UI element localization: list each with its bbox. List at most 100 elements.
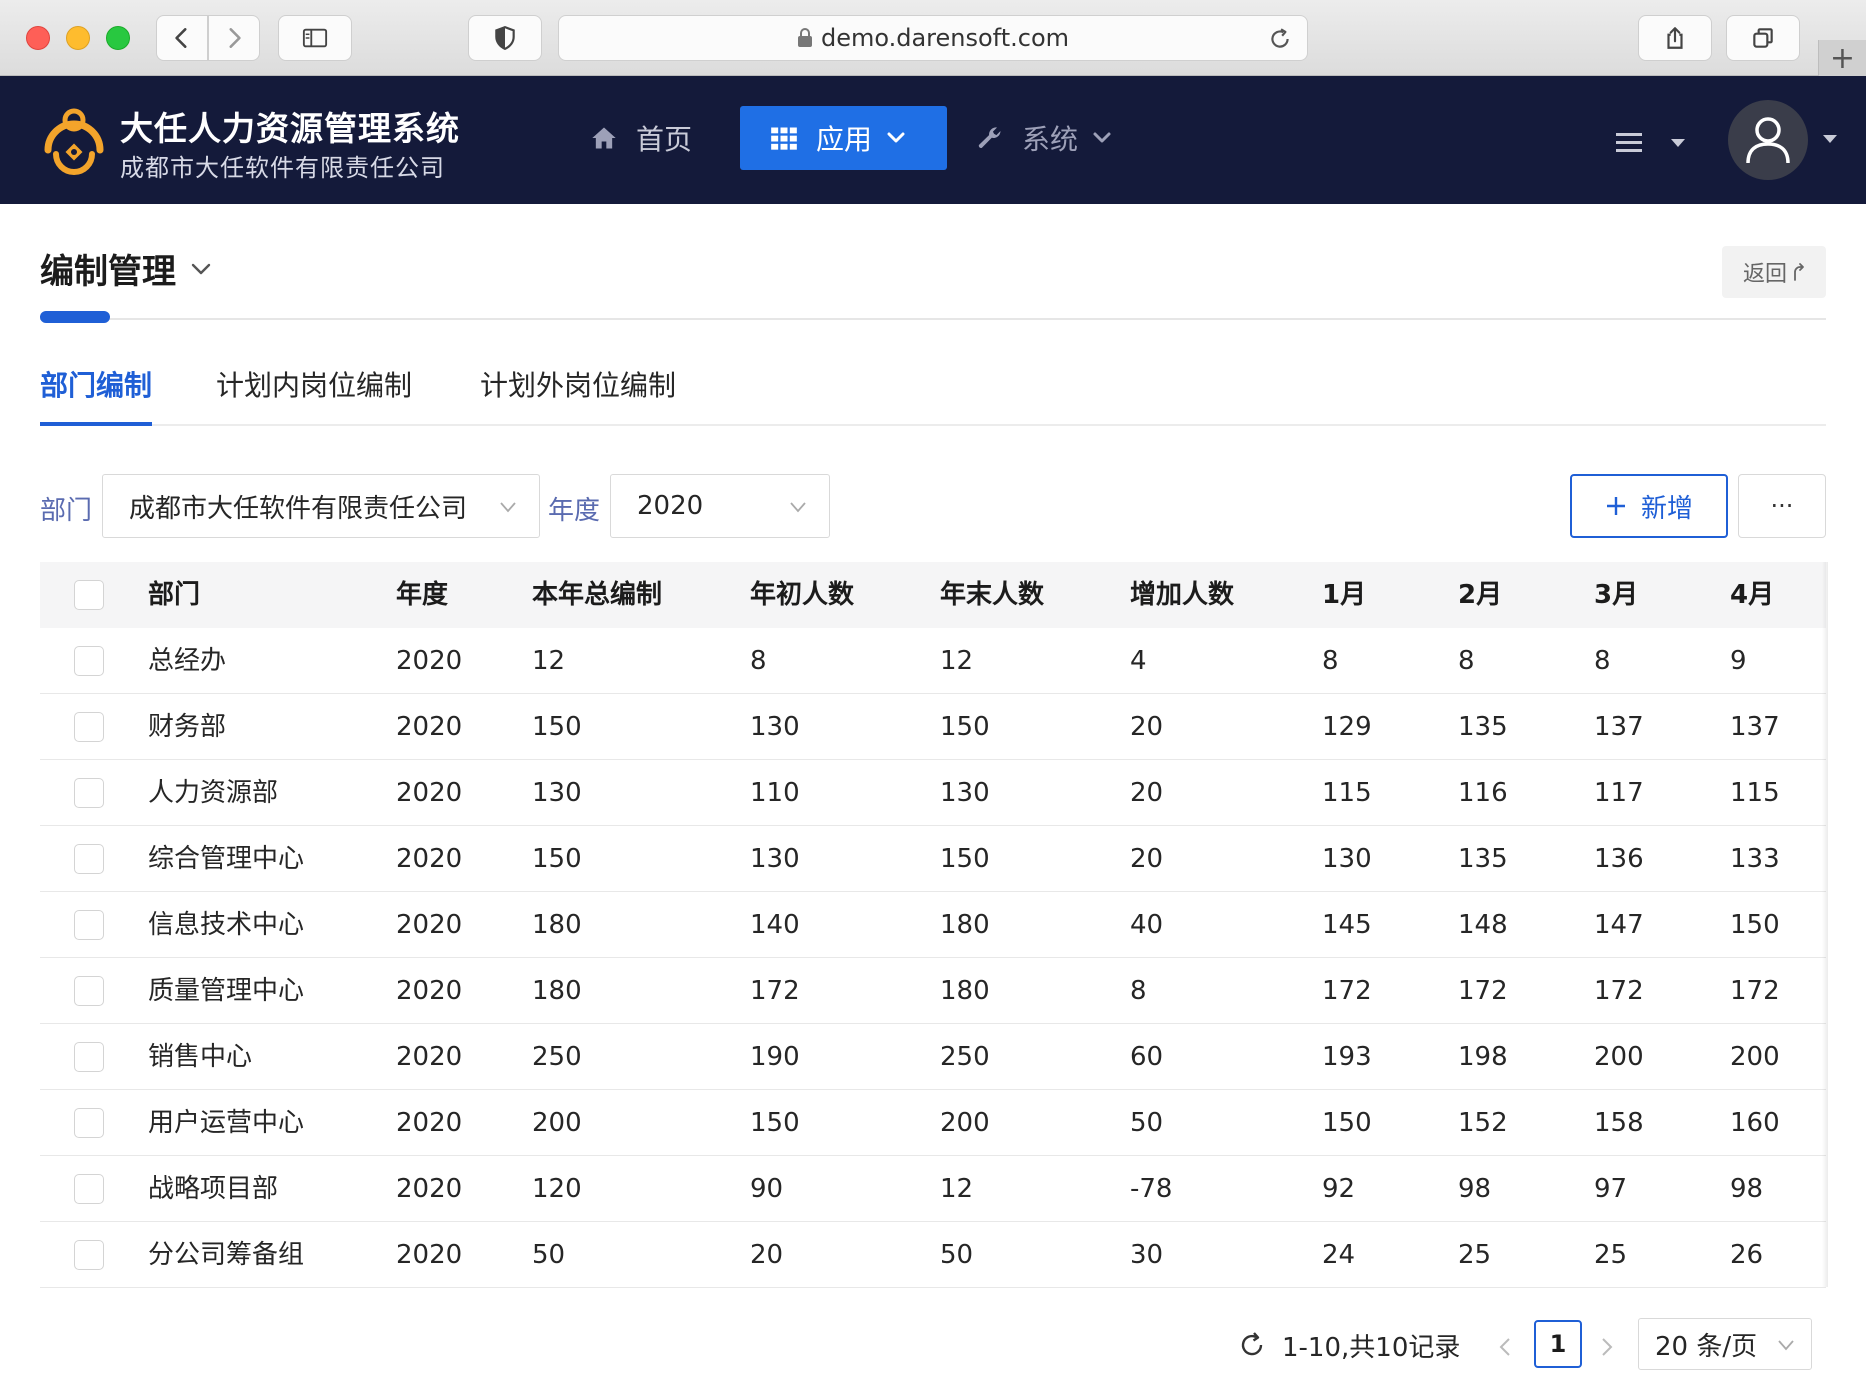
page-1-button[interactable]: 1 xyxy=(1534,1320,1582,1368)
share-button[interactable] xyxy=(1638,15,1712,61)
table-row[interactable]: 综合管理中心 2020 150 130 150 20 130 135 136 133 xyxy=(40,826,1826,892)
table-row[interactable]: 人力资源部 2020 130 110 130 20 115 116 117 115 xyxy=(40,760,1826,826)
table-row[interactable]: 财务部 2020 150 130 150 20 129 135 137 137 xyxy=(40,694,1826,760)
column-header[interactable]: 3月 xyxy=(1594,562,1638,628)
back-nav-button[interactable] xyxy=(156,15,208,61)
brand-logo-icon xyxy=(44,108,104,175)
table-cell: 130 xyxy=(750,712,800,742)
column-header[interactable]: 年度 xyxy=(396,562,448,628)
prev-page-icon[interactable] xyxy=(1498,1336,1512,1358)
column-header[interactable]: 年末人数 xyxy=(940,562,1044,628)
minimize-window-button[interactable] xyxy=(66,26,90,50)
table-cell: 战略项目部 xyxy=(148,1174,279,1204)
table-cell: 25 xyxy=(1594,1240,1628,1270)
page-size-value: 20 条/页 xyxy=(1655,1331,1758,1362)
table-cell: 130 xyxy=(1322,844,1372,874)
row-checkbox[interactable] xyxy=(74,910,104,940)
table-cell: 250 xyxy=(940,1042,990,1072)
sidebar-toggle-button[interactable] xyxy=(278,15,352,61)
sidebar-icon xyxy=(302,28,328,48)
nav-system[interactable]: 系统 xyxy=(976,106,1112,170)
row-checkbox[interactable] xyxy=(74,646,104,676)
table-row[interactable]: 用户运营中心 2020 200 150 200 50 150 152 158 160 xyxy=(40,1090,1826,1156)
close-window-button[interactable] xyxy=(26,26,50,50)
table-cell: 198 xyxy=(1458,1042,1508,1072)
row-checkbox[interactable] xyxy=(74,976,104,1006)
table-cell: 147 xyxy=(1594,910,1644,940)
table-cell: 4 xyxy=(1130,646,1147,676)
plus-icon xyxy=(1606,497,1625,515)
table-cell: 40 xyxy=(1130,910,1164,940)
nav-home[interactable]: 首页 xyxy=(590,106,692,170)
privacy-shield-button[interactable] xyxy=(468,15,542,61)
table-cell: 8 xyxy=(1130,976,1147,1006)
user-avatar[interactable] xyxy=(1728,100,1808,180)
table-row[interactable]: 战略项目部 2020 120 90 12 -78 92 98 97 98 xyxy=(40,1156,1826,1222)
next-page-icon[interactable] xyxy=(1600,1336,1614,1358)
year-select[interactable]: 2020 xyxy=(610,474,830,538)
row-checkbox[interactable] xyxy=(74,1174,104,1204)
table-cell: 250 xyxy=(532,1042,582,1072)
caret-down-icon[interactable] xyxy=(1670,138,1686,148)
new-tab-button[interactable]: + xyxy=(1818,40,1866,76)
tab-dept-staffing[interactable]: 部门编制 xyxy=(40,364,152,404)
column-header[interactable]: 2月 xyxy=(1458,562,1502,628)
table-cell: 150 xyxy=(940,844,990,874)
table-cell: 130 xyxy=(532,778,582,808)
table-cell: 180 xyxy=(532,910,582,940)
record-count: 1-10,共10记录 xyxy=(1282,1332,1461,1363)
forward-nav-button[interactable] xyxy=(208,15,260,61)
add-button-label: 新增 xyxy=(1640,493,1693,524)
table-cell: 分公司筹备组 xyxy=(148,1240,305,1270)
column-header[interactable]: 年初人数 xyxy=(750,562,854,628)
column-header[interactable]: 本年总编制 xyxy=(532,562,662,628)
reload-icon[interactable] xyxy=(1267,26,1293,52)
table-cell: 160 xyxy=(1730,1108,1780,1138)
lock-icon xyxy=(797,28,812,47)
table-row[interactable]: 总经办 2020 12 8 12 4 8 8 8 9 xyxy=(40,628,1826,694)
caret-down-icon[interactable] xyxy=(1822,134,1838,144)
table-cell: 172 xyxy=(750,976,800,1006)
refresh-icon[interactable] xyxy=(1238,1331,1266,1359)
column-header[interactable]: 增加人数 xyxy=(1130,562,1234,628)
zoom-window-button[interactable] xyxy=(106,26,130,50)
grid-icon xyxy=(771,127,797,150)
chevron-right-icon xyxy=(229,28,241,48)
tab-bar: 部门编制 计划内岗位编制 计划外岗位编制 xyxy=(40,358,1826,426)
select-all-checkbox[interactable] xyxy=(74,580,104,610)
page-size-select[interactable]: 20 条/页 xyxy=(1638,1318,1812,1370)
dept-select[interactable]: 成都市大任软件有限责任公司 xyxy=(102,474,540,538)
table-cell: 人力资源部 xyxy=(148,778,279,808)
table-cell: 150 xyxy=(1322,1108,1372,1138)
table-cell: 137 xyxy=(1730,712,1780,742)
nav-apps[interactable]: 应用 xyxy=(740,106,947,170)
address-bar[interactable]: demo.darensoft.com xyxy=(558,15,1308,61)
table-cell: 137 xyxy=(1594,712,1644,742)
row-checkbox[interactable] xyxy=(74,1042,104,1072)
table-row[interactable]: 信息技术中心 2020 180 140 180 40 145 148 147 150 xyxy=(40,892,1826,958)
table-cell: 销售中心 xyxy=(148,1042,253,1072)
row-checkbox[interactable] xyxy=(74,712,104,742)
row-checkbox[interactable] xyxy=(74,844,104,874)
table-row[interactable]: 质量管理中心 2020 180 172 180 8 172 172 172 172 xyxy=(40,958,1826,1024)
tab-unplanned-positions[interactable]: 计划外岗位编制 xyxy=(480,364,676,404)
hamburger-menu-icon[interactable] xyxy=(1614,130,1644,154)
column-header[interactable]: 1月 xyxy=(1322,562,1366,628)
app-header: 大任人力资源管理系统 成都市大任软件有限责任公司 首页 应用 系统 xyxy=(0,76,1866,204)
column-header[interactable]: 4月 xyxy=(1730,562,1774,628)
wrench-icon xyxy=(978,127,1001,149)
column-header[interactable]: 部门 xyxy=(148,562,200,628)
back-button[interactable]: 返回 xyxy=(1722,246,1826,298)
table-cell: 12 xyxy=(940,1174,974,1204)
more-actions-button[interactable]: ··· xyxy=(1738,474,1826,538)
row-checkbox[interactable] xyxy=(74,1240,104,1270)
page-title[interactable]: 编制管理 xyxy=(40,244,212,293)
row-checkbox[interactable] xyxy=(74,778,104,808)
table-row[interactable]: 销售中心 2020 250 190 250 60 193 198 200 200 xyxy=(40,1024,1826,1090)
table-row[interactable]: 分公司筹备组 2020 50 20 50 30 24 25 25 26 xyxy=(40,1222,1826,1288)
tab-planned-positions[interactable]: 计划内岗位编制 xyxy=(216,364,412,404)
tab-overview-button[interactable] xyxy=(1726,15,1800,61)
row-checkbox[interactable] xyxy=(74,1108,104,1138)
add-button[interactable]: 新增 xyxy=(1570,474,1728,538)
table-cell: 26 xyxy=(1730,1240,1764,1270)
